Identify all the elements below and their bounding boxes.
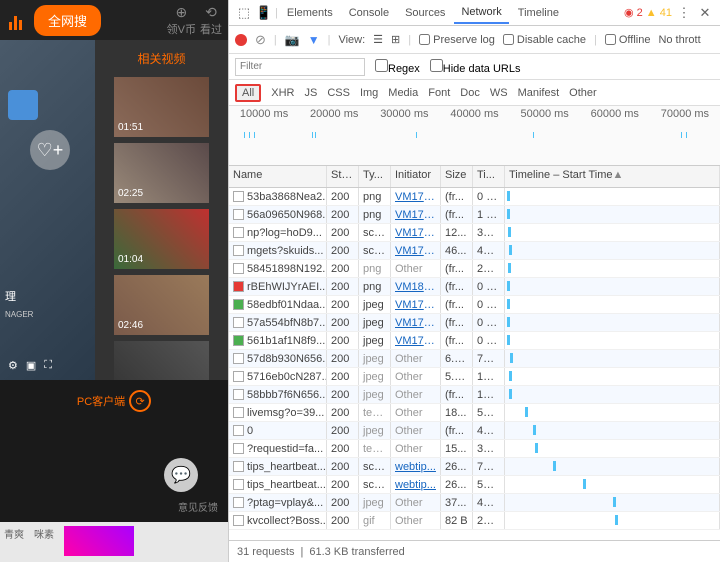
table-row[interactable]: 58bbb7f6N656...200jpegOther(fr...14 ... [229, 386, 720, 404]
view-label: View: [338, 34, 365, 46]
table-row[interactable]: kvcollect?Boss...200gifOther82 B26 ... [229, 512, 720, 530]
disable-cache-checkbox[interactable]: Disable cache [503, 34, 586, 46]
col-status[interactable]: Sta... [327, 166, 359, 187]
col-time[interactable]: Ti... [473, 166, 505, 187]
menu-icon[interactable]: ⋮ [675, 5, 693, 21]
related-title: 相关视频 [101, 46, 222, 71]
table-row[interactable]: tips_heartbeat...200scr...webtip...26...… [229, 476, 720, 494]
preserve-log-checkbox[interactable]: Preserve log [419, 34, 495, 46]
table-row[interactable]: 58edbf01Ndaa...200jpegVM179...(fr...0 ms [229, 296, 720, 314]
screenshot-icon[interactable]: 📷 [285, 33, 300, 47]
like-icon[interactable]: ♡+ [30, 130, 70, 170]
record-button[interactable] [235, 34, 247, 46]
table-row[interactable]: 58451898N192...200pngOther(fr...21 ... [229, 260, 720, 278]
col-name[interactable]: Name [229, 166, 327, 187]
filter-ws[interactable]: WS [490, 87, 508, 99]
close-icon[interactable]: ✕ [696, 5, 714, 21]
table-row[interactable]: livemsg?o=39...200tex...Other18...50 ... [229, 404, 720, 422]
settings-icon[interactable]: ⚙ [8, 359, 18, 372]
inspect-icon[interactable]: ⬚ [235, 5, 253, 21]
filter-input[interactable] [235, 58, 365, 76]
table-row[interactable]: 53ba3868Nea2...200pngVM179...(fr...0 ms [229, 188, 720, 206]
coin-button[interactable]: ⊕领V币 [167, 4, 196, 37]
table-row[interactable]: tips_heartbeat...200scr...webtip...26...… [229, 458, 720, 476]
table-row[interactable]: 5716eb0cN287...200jpegOther5.9...14 ... [229, 368, 720, 386]
filter-other[interactable]: Other [569, 87, 597, 99]
hide-urls-checkbox[interactable]: Hide data URLs [430, 59, 521, 75]
promo-text[interactable]: PC客户端⟳ [0, 380, 228, 422]
table-row[interactable]: mgets?skuids...200scr...VM179...46...44 … [229, 242, 720, 260]
table-row[interactable]: 57a554bfN8b7...200jpegVM179...(fr...0 ms [229, 314, 720, 332]
thumb-3[interactable]: 01:04 [114, 209, 209, 269]
device-icon[interactable]: 📱 [255, 5, 273, 21]
view-grid-icon[interactable]: ⊞ [391, 33, 400, 46]
throttle-select[interactable]: No thrott [658, 34, 700, 46]
tab-sources[interactable]: Sources [398, 3, 452, 23]
thumb-5[interactable] [114, 341, 209, 380]
regex-checkbox[interactable]: Regex [375, 59, 420, 75]
table-row[interactable]: rBEhWIJYrAEI...200pngVM181...(fr...0 ms [229, 278, 720, 296]
thumb-4[interactable]: 02:46 [114, 275, 209, 335]
filter-manifest[interactable]: Manifest [518, 87, 560, 99]
history-button[interactable]: ⟲看过 [200, 4, 222, 37]
col-timeline[interactable]: Timeline – Start Time▲ [505, 166, 720, 187]
warning-badge[interactable]: ▲ 41 [646, 7, 672, 19]
filter-media[interactable]: Media [388, 87, 418, 99]
filter-img[interactable]: Img [360, 87, 378, 99]
filter-all[interactable]: All [235, 84, 261, 102]
feedback-link[interactable]: 意见反馈 [178, 499, 218, 514]
filter-xhr[interactable]: XHR [271, 87, 294, 99]
col-initiator[interactable]: Initiator [391, 166, 441, 187]
foot-link-1[interactable]: 青爽 [4, 526, 24, 558]
fullscreen-icon[interactable]: ⛶ [44, 359, 52, 372]
search-web-button[interactable]: 全网搜 [34, 5, 101, 36]
tab-elements[interactable]: Elements [280, 3, 340, 23]
thumb-2[interactable]: 02:25 [114, 143, 209, 203]
table-row[interactable]: ?ptag=vplay&...200jpegOther37...40 ... [229, 494, 720, 512]
foot-thumb[interactable] [64, 526, 134, 556]
filter-css[interactable]: CSS [327, 87, 350, 99]
pip-icon[interactable]: ▣ [26, 359, 36, 372]
filter-js[interactable]: JS [304, 87, 317, 99]
offline-checkbox[interactable]: Offline [605, 34, 651, 46]
tab-network[interactable]: Network [454, 2, 508, 24]
video-player[interactable]: ♡+ 理NAGER ⚙ ▣ ⛶ [0, 40, 95, 380]
tab-timeline[interactable]: Timeline [511, 3, 566, 23]
table-row[interactable]: ?requestid=fa...200tex...Other15...39 ..… [229, 440, 720, 458]
logo-bars [0, 0, 30, 40]
clear-button[interactable]: ⊘ [255, 32, 266, 48]
filter-font[interactable]: Font [428, 87, 450, 99]
status-bar: 31 requests|61.3 KB transferred [229, 540, 720, 562]
table-row[interactable]: 56a09650N968...200pngVM179...(fr...1 ms [229, 206, 720, 224]
filter-icon[interactable]: ▼ [308, 33, 320, 47]
col-size[interactable]: Size [441, 166, 473, 187]
view-list-icon[interactable]: ☰ [373, 33, 383, 46]
thumb-1[interactable]: 01:51 [114, 77, 209, 137]
error-badge[interactable]: ◉ 2 [624, 6, 643, 19]
tab-console[interactable]: Console [342, 3, 396, 23]
chat-icon[interactable]: 💬 [164, 458, 198, 492]
table-row[interactable]: np?log=hoD9...200scr...VM179...12...39 .… [229, 224, 720, 242]
table-row[interactable]: 0200jpegOther(fr...45 ... [229, 422, 720, 440]
table-row[interactable]: 57d8b930N656...200jpegOther6.0...77 ... [229, 350, 720, 368]
timeline-overview[interactable]: 10000 ms20000 ms30000 ms40000 ms50000 ms… [229, 106, 720, 166]
col-type[interactable]: Ty... [359, 166, 391, 187]
table-row[interactable]: 561b1af1N8f9...200jpegVM179...(fr...0 ms [229, 332, 720, 350]
foot-link-2[interactable]: 咪素 [34, 526, 54, 558]
filter-doc[interactable]: Doc [460, 87, 480, 99]
